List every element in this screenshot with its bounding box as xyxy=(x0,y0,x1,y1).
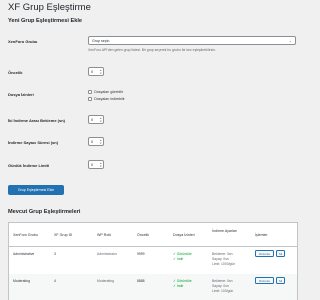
edit-button[interactable]: Düzenle xyxy=(255,277,274,284)
cell-setting: Bekleme: 0sn xyxy=(212,252,233,256)
checkbox-icon[interactable] xyxy=(88,90,93,95)
download-counter-input[interactable]: 0 ▲ ▼ xyxy=(88,137,104,146)
cell-group: Administrative xyxy=(13,252,35,256)
page-title: XF Grup Eşleştirme xyxy=(8,2,91,13)
download-wait-label: İki İndirme Arası Bekleme (sn) xyxy=(8,118,65,123)
cell-perm-view: ✓ Görüntüle xyxy=(173,252,192,256)
cell-perm-download: ✓ İndir xyxy=(173,284,184,288)
add-mapping-button[interactable]: Grup Eşleştirmesi Ekle xyxy=(8,185,64,195)
cell-id: 3 xyxy=(54,252,56,256)
xf-group-label: XenForo Grubu xyxy=(8,39,38,44)
delete-button[interactable]: Sil xyxy=(276,250,285,257)
column-header: XenForo Grubu xyxy=(13,233,38,237)
download-counter-label: İndirme Sayacı Süresi (sn) xyxy=(8,140,59,145)
permission-download-label: Dosyaları indirebilir xyxy=(94,97,125,102)
permission-download-checkbox[interactable]: Dosyaları indirebilir xyxy=(88,97,125,102)
xf-group-selected: Grup seçin xyxy=(92,39,110,44)
mappings-table: XenForo Grubu XF Grup ID WP Rolü Öncelik… xyxy=(8,222,298,300)
cell-perm-download: ✓ İndir xyxy=(173,257,184,261)
cell-setting: Sayaç: 0sn xyxy=(212,284,229,288)
xf-group-description: XenForo API'den gelen grup listesi. Bir … xyxy=(88,48,216,52)
column-header: Öncelik xyxy=(137,233,149,237)
daily-limit-value: 0 xyxy=(91,163,94,168)
cell-setting: Sayaç: 0sn xyxy=(212,257,229,261)
cell-role: Administrator xyxy=(97,252,117,256)
cell-role: Moderating xyxy=(97,279,114,283)
cell-group: Moderating xyxy=(13,279,30,283)
spinner-icon: ▲ ▼ xyxy=(99,161,102,168)
cell-perm-view: ✓ Görüntüle xyxy=(173,279,192,283)
column-header: İşlemler xyxy=(255,233,268,237)
column-header: İndirme Ayarları xyxy=(212,229,238,233)
download-counter-value: 0 xyxy=(91,140,94,145)
spinner-icon: ▲ ▼ xyxy=(99,138,102,145)
table-header: XenForo Grubu XF Grup ID WP Rolü Öncelik… xyxy=(9,223,297,247)
cell-setting: Limit: 100/gün xyxy=(212,289,234,293)
table-row: Administrative 3 Administrator 9999 ✓ Gö… xyxy=(9,247,297,274)
column-header: Dosya İzinleri xyxy=(173,233,195,237)
priority-input[interactable]: 0 ▲ ▼ xyxy=(88,67,104,76)
delete-button[interactable]: Sil xyxy=(276,277,285,284)
priority-value: 0 xyxy=(91,70,94,75)
file-permissions-label: Dosya İzinleri xyxy=(8,92,34,97)
cell-priority: 8888 xyxy=(137,279,145,283)
cell-id: 4 xyxy=(54,279,56,283)
download-wait-input[interactable]: 0 ▲ ▼ xyxy=(88,115,104,124)
checkbox-icon[interactable] xyxy=(88,97,93,102)
add-section-title: Yeni Grup Eşleştirmesi Ekle xyxy=(8,18,82,24)
daily-limit-label: Günlük İndirme Limiti xyxy=(8,163,50,168)
list-section-title: Mevcut Grup Eşleştirmeleri xyxy=(8,209,81,215)
column-header: WP Rolü xyxy=(97,233,112,237)
permission-view-label: Dosyaları görebilir xyxy=(94,90,124,95)
edit-button[interactable]: Düzenle xyxy=(255,250,274,257)
xf-group-select[interactable]: Grup seçin ⌄ xyxy=(88,36,296,45)
cell-priority: 9999 xyxy=(137,252,145,256)
permission-view-checkbox[interactable]: Dosyaları görebilir xyxy=(88,90,124,95)
daily-limit-input[interactable]: 0 ▲ ▼ xyxy=(88,160,104,169)
priority-label: Öncelik xyxy=(8,70,23,75)
cell-setting: Limit: 1000/gün xyxy=(212,262,236,266)
cell-setting: Bekleme: 0sn xyxy=(212,279,233,283)
chevron-down-icon: ⌄ xyxy=(288,38,292,43)
column-header: XF Grup ID xyxy=(54,233,73,237)
spinner-icon: ▲ ▼ xyxy=(99,68,102,75)
table-row: Moderating 4 Moderating 8888 ✓ Görüntüle… xyxy=(9,274,297,300)
download-wait-value: 0 xyxy=(91,118,94,123)
spinner-icon: ▲ ▼ xyxy=(99,116,102,123)
